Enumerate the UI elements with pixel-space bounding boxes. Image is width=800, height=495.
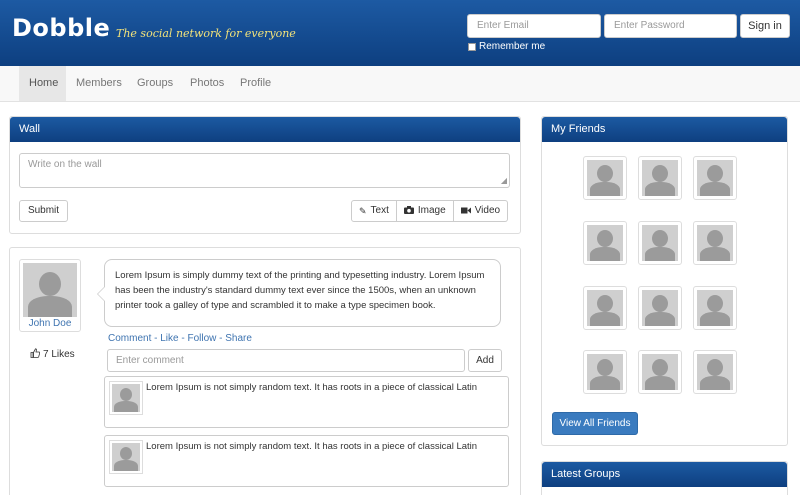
- thumbs-up-icon: [30, 348, 41, 361]
- comment-item: Lorem Ipsum is not simply random text. I…: [104, 435, 509, 487]
- friend-avatar: [642, 290, 678, 326]
- image-button-label: Image: [417, 205, 446, 216]
- comment-avatar: [109, 381, 143, 415]
- friend-avatar: [642, 160, 678, 196]
- friend-avatar: [587, 290, 623, 326]
- groups-title: Latest Groups: [542, 462, 787, 487]
- friend-avatar: [587, 160, 623, 196]
- nav-members[interactable]: Members: [66, 66, 132, 101]
- image-button[interactable]: Image: [396, 200, 454, 222]
- resize-handle-icon[interactable]: ◢: [501, 177, 507, 185]
- video-camera-icon: [460, 201, 471, 221]
- post-type-group: ✎ Text Image Video: [351, 200, 509, 222]
- site-tagline: The social network for everyone: [116, 27, 296, 40]
- wall-placeholder: Write on the wall: [28, 159, 102, 170]
- nav-groups[interactable]: Groups: [127, 66, 183, 101]
- comment-item: Lorem Ipsum is not simply random text. I…: [104, 376, 509, 428]
- remember-me-label: Remember me: [479, 41, 546, 52]
- wall-textarea[interactable]: Write on the wall ◢: [19, 153, 510, 188]
- friend-avatar: [587, 225, 623, 261]
- comment-avatar: [109, 440, 143, 474]
- friend-thumbnail[interactable]: [583, 156, 627, 200]
- post-body: Lorem Ipsum is simply dummy text of the …: [97, 259, 501, 327]
- friend-thumbnail[interactable]: [693, 221, 737, 265]
- friend-thumbnail[interactable]: [693, 286, 737, 330]
- friend-thumbnail[interactable]: [638, 286, 682, 330]
- nav-profile[interactable]: Profile: [230, 66, 281, 101]
- friend-thumbnail[interactable]: [583, 221, 627, 265]
- main-nav: Home Members Groups Photos Profile: [0, 66, 800, 102]
- video-button[interactable]: Video: [453, 200, 509, 222]
- submit-button[interactable]: Submit: [19, 200, 68, 222]
- top-header: Dobble The social network for everyone E…: [0, 0, 800, 66]
- friend-thumbnail[interactable]: [638, 350, 682, 394]
- post-actions[interactable]: Comment - Like - Follow - Share: [108, 333, 252, 344]
- friend-avatar: [697, 354, 733, 390]
- friend-avatar: [587, 354, 623, 390]
- remember-me[interactable]: Remember me: [468, 41, 545, 52]
- friend-thumbnail[interactable]: [638, 156, 682, 200]
- password-field[interactable]: Enter Password: [604, 14, 737, 38]
- post-author-card[interactable]: John Doe: [19, 259, 81, 332]
- video-button-label: Video: [474, 205, 501, 216]
- friend-avatar: [642, 225, 678, 261]
- comment-input[interactable]: Enter comment: [107, 349, 465, 372]
- text-button[interactable]: ✎ Text: [351, 200, 397, 222]
- view-all-friends-button[interactable]: View All Friends: [552, 412, 638, 435]
- friend-avatar: [697, 290, 733, 326]
- nav-home[interactable]: Home: [19, 66, 66, 101]
- likes-label: 7 Likes: [43, 349, 75, 360]
- friend-avatar: [642, 354, 678, 390]
- groups-panel: Latest Groups: [541, 461, 788, 495]
- remember-me-checkbox[interactable]: [468, 42, 476, 51]
- friend-thumbnail[interactable]: [583, 286, 627, 330]
- author-name[interactable]: John Doe: [20, 318, 80, 329]
- friend-thumbnail[interactable]: [583, 350, 627, 394]
- comment-text: Lorem Ipsum is not simply random text. I…: [146, 441, 478, 452]
- friend-avatar: [697, 225, 733, 261]
- camera-icon: [403, 201, 414, 221]
- nav-photos[interactable]: Photos: [180, 66, 234, 101]
- site-logo[interactable]: Dobble: [12, 14, 110, 42]
- text-button-label: Text: [370, 205, 389, 216]
- friend-thumbnail[interactable]: [638, 221, 682, 265]
- friends-title: My Friends: [542, 117, 787, 142]
- friend-thumbnail[interactable]: [693, 350, 737, 394]
- friend-avatar: [697, 160, 733, 196]
- friend-thumbnail[interactable]: [693, 156, 737, 200]
- author-avatar: [23, 263, 77, 317]
- wall-title: Wall: [10, 117, 520, 142]
- pencil-icon: ✎: [359, 206, 367, 216]
- add-comment-button[interactable]: Add: [468, 349, 502, 372]
- comment-text: Lorem Ipsum is not simply random text. I…: [146, 382, 478, 393]
- sign-in-button[interactable]: Sign in: [740, 14, 790, 38]
- email-field[interactable]: Enter Email: [467, 14, 601, 38]
- likes-count[interactable]: 7 Likes: [30, 348, 75, 361]
